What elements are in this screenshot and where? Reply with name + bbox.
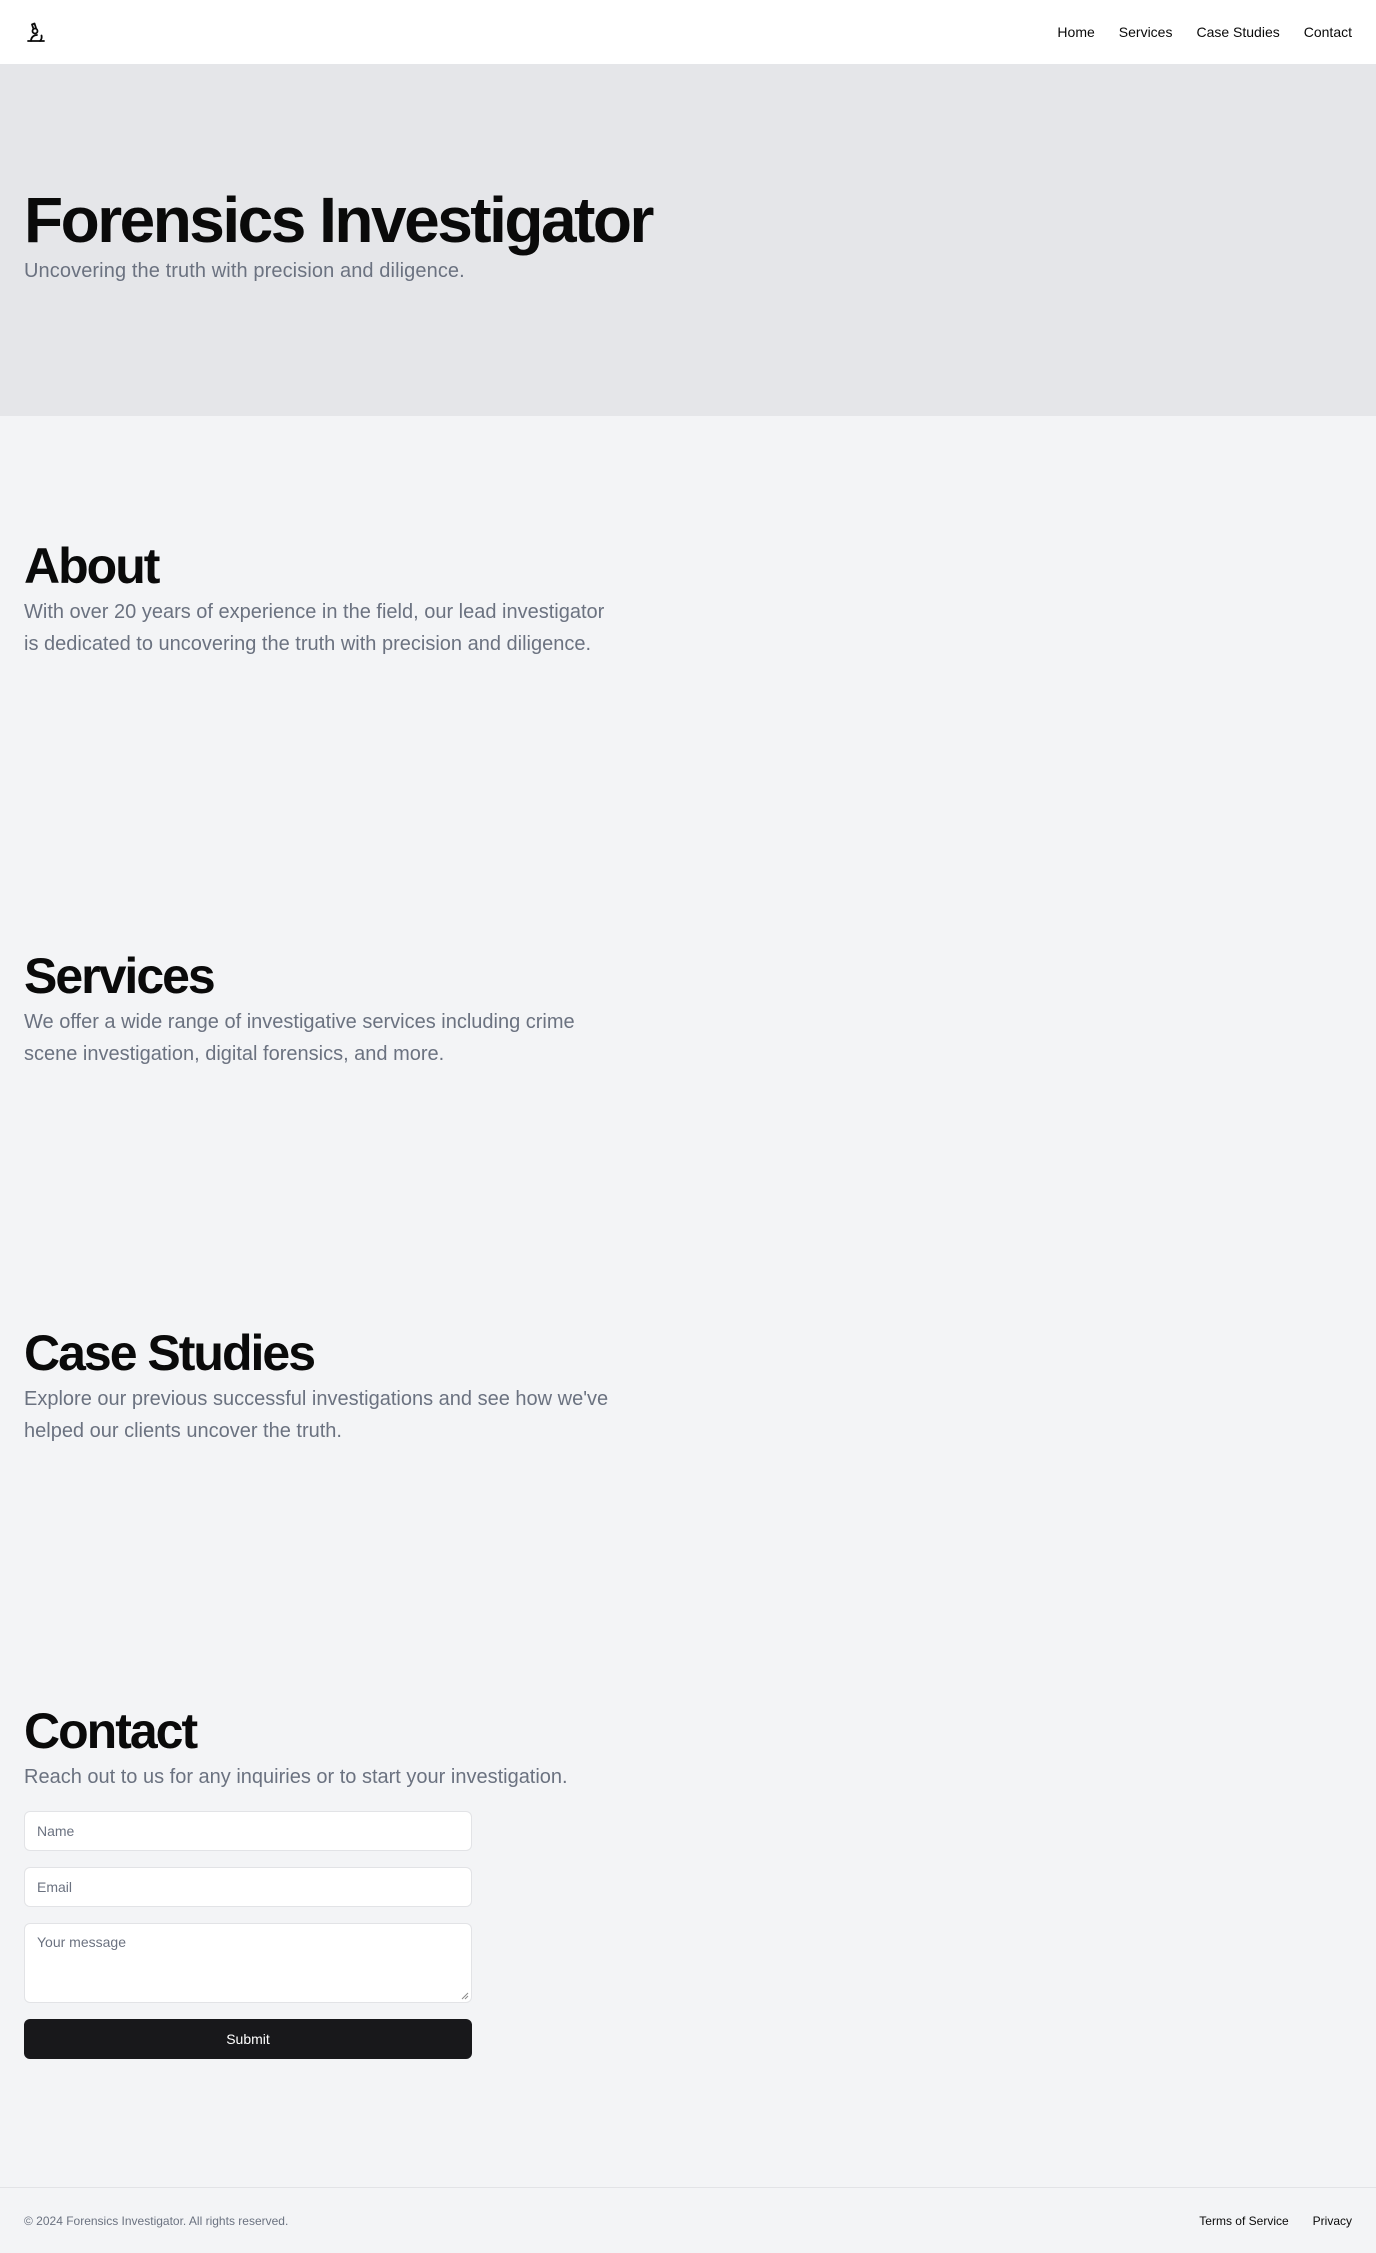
services-title: Services	[24, 948, 216, 1004]
contact-title: Contact	[24, 1703, 198, 1759]
site-header: Home Services Case Studies Contact	[0, 0, 1376, 64]
name-input[interactable]: Name	[24, 1811, 472, 1851]
hero-subtitle: Uncovering the truth with precision and …	[24, 260, 465, 282]
services-text: We offer a wide range of investigative s…	[24, 1011, 575, 1065]
message-textarea[interactable]: Your message	[24, 1923, 472, 2003]
hero-title: Forensics Investigator	[24, 184, 654, 256]
case-studies-text: Explore our previous successful investig…	[24, 1388, 609, 1442]
contact-form: Name Email Your message Submit	[24, 1811, 472, 2059]
case-studies-section: Case Studies Explore our previous succes…	[24, 1323, 624, 1447]
nav-contact[interactable]: Contact	[1304, 24, 1352, 40]
about-section: About With over 20 years of experience i…	[24, 536, 624, 660]
nav-services[interactable]: Services	[1119, 24, 1173, 40]
microscope-icon[interactable]	[24, 20, 48, 44]
services-section: Services We offer a wide range of invest…	[24, 946, 624, 1070]
resize-grip-icon[interactable]	[461, 1992, 469, 2000]
submit-button[interactable]: Submit	[24, 2019, 472, 2059]
about-title: About	[24, 538, 160, 594]
terms-link[interactable]: Terms of Service	[1199, 2214, 1288, 2228]
nav-home[interactable]: Home	[1057, 24, 1094, 40]
email-placeholder: Email	[37, 1879, 73, 1895]
contact-section: Contact Reach out to us for any inquirie…	[24, 1701, 624, 1793]
email-input[interactable]: Email	[24, 1867, 472, 1907]
case-studies-title: Case Studies	[24, 1325, 316, 1381]
main-nav: Home Services Case Studies Contact	[1057, 24, 1352, 40]
nav-case-studies[interactable]: Case Studies	[1196, 24, 1279, 40]
about-text: With over 20 years of experience in the …	[24, 601, 605, 655]
message-placeholder: Your message	[37, 1934, 126, 1950]
contact-text: Reach out to us for any inquiries or to …	[24, 1766, 568, 1788]
footer-links: Terms of Service Privacy	[1199, 2214, 1352, 2228]
site-footer: © 2024 Forensics Investigator. All right…	[0, 2187, 1376, 2253]
copyright-text: © 2024 Forensics Investigator. All right…	[24, 2213, 289, 2228]
hero-section: Forensics Investigator Uncovering the tr…	[0, 64, 1376, 416]
name-placeholder: Name	[37, 1823, 75, 1839]
privacy-link[interactable]: Privacy	[1313, 2214, 1352, 2228]
